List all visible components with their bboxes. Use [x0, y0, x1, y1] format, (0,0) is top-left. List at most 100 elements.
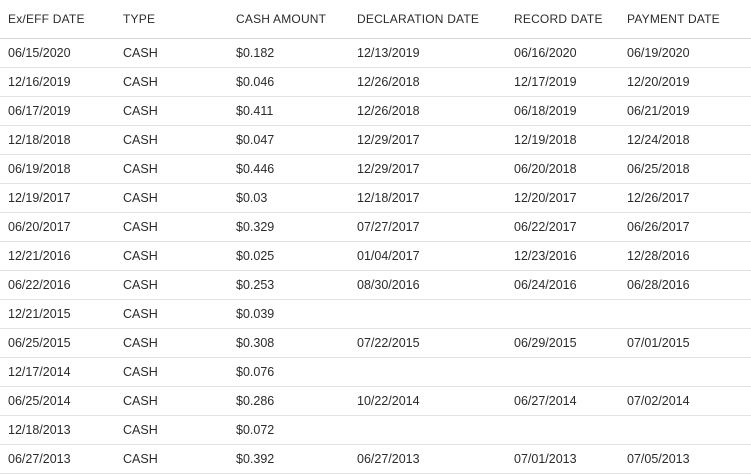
ex-eff-date-cell: 06/27/2013: [0, 444, 115, 474]
declaration-date-cell: 06/27/2013: [349, 444, 506, 474]
declaration-date-cell: 12/29/2017: [349, 125, 506, 155]
record-date-cell: 12/17/2019: [506, 67, 619, 97]
table-row: 06/17/2019 CASH $0.411 12/26/2018 06/18/2019…: [0, 96, 751, 126]
ex-eff-date-cell: 06/25/2015: [0, 328, 115, 358]
record-date-cell: [506, 415, 619, 445]
record-date-cell: 06/24/2016: [506, 270, 619, 300]
ex-eff-date-cell: 06/19/2018: [0, 154, 115, 184]
payment-date-cell: 12/20/2019: [619, 67, 751, 97]
declaration-date-cell: 12/13/2019: [349, 38, 506, 68]
cash-amount-cell: $0.039: [228, 299, 349, 329]
record-date-cell: [506, 299, 619, 329]
type-cell: CASH: [115, 38, 228, 68]
payment-date-cell: 12/24/2018: [619, 125, 751, 155]
ex-eff-date-cell: 12/18/2013: [0, 415, 115, 445]
cash-amount-cell: $0.182: [228, 38, 349, 68]
cash-amount-cell: $0.03: [228, 183, 349, 213]
type-cell: CASH: [115, 154, 228, 184]
payment-date-cell: 12/26/2017: [619, 183, 751, 213]
declaration-date-cell: 12/29/2017: [349, 154, 506, 184]
ex-eff-date-cell: 12/21/2015: [0, 299, 115, 329]
header-record-date[interactable]: RECORD DATE: [506, 0, 619, 39]
type-cell: CASH: [115, 299, 228, 329]
record-date-cell: 12/19/2018: [506, 125, 619, 155]
cash-amount-cell: $0.025: [228, 241, 349, 271]
table-body: 06/15/2020 CASH $0.182 12/13/2019 06/16/2020…: [0, 38, 751, 474]
cash-amount-cell: $0.411: [228, 96, 349, 126]
cash-amount-cell: $0.446: [228, 154, 349, 184]
record-date-cell: 12/20/2017: [506, 183, 619, 213]
payment-date-cell: 06/26/2017: [619, 212, 751, 242]
table-row: 12/18/2013 CASH $0.072: [0, 415, 751, 445]
header-type[interactable]: TYPE: [115, 0, 228, 39]
payment-date-cell: 07/05/2013: [619, 444, 751, 474]
declaration-date-cell: 12/26/2018: [349, 96, 506, 126]
type-cell: CASH: [115, 212, 228, 242]
payment-date-cell: 07/01/2015: [619, 328, 751, 358]
dividend-history-table: Ex/EFF DATE TYPE CASH AMOUNT DECLARATION…: [0, 0, 751, 474]
table-row: 06/22/2016 CASH $0.253 08/30/2016 06/24/2016…: [0, 270, 751, 300]
header-ex-eff-date[interactable]: Ex/EFF DATE: [0, 0, 115, 39]
ex-eff-date-cell: 06/15/2020: [0, 38, 115, 68]
cash-amount-cell: $0.072: [228, 415, 349, 445]
ex-eff-date-cell: 12/21/2016: [0, 241, 115, 271]
header-declaration-date[interactable]: DECLARATION DATE: [349, 0, 506, 39]
type-cell: CASH: [115, 386, 228, 416]
payment-date-cell: 06/21/2019: [619, 96, 751, 126]
ex-eff-date-cell: 06/22/2016: [0, 270, 115, 300]
cash-amount-cell: $0.047: [228, 125, 349, 155]
type-cell: CASH: [115, 96, 228, 126]
payment-date-cell: 07/02/2014: [619, 386, 751, 416]
cash-amount-cell: $0.253: [228, 270, 349, 300]
type-cell: CASH: [115, 444, 228, 474]
header-payment-date[interactable]: PAYMENT DATE: [619, 0, 751, 39]
table-row: 06/25/2015 CASH $0.308 07/22/2015 06/29/2015…: [0, 328, 751, 358]
table-row: 12/19/2017 CASH $0.03 12/18/2017 12/20/2017 1…: [0, 183, 751, 213]
header-cash-amount[interactable]: CASH AMOUNT: [228, 0, 349, 39]
table-row: 06/15/2020 CASH $0.182 12/13/2019 06/16/2020…: [0, 38, 751, 68]
table-row: 12/18/2018 CASH $0.047 12/29/2017 12/19/2018…: [0, 125, 751, 155]
declaration-date-cell: 07/22/2015: [349, 328, 506, 358]
declaration-date-cell: 10/22/2014: [349, 386, 506, 416]
table-row: 06/19/2018 CASH $0.446 12/29/2017 06/20/2018…: [0, 154, 751, 184]
record-date-cell: 06/20/2018: [506, 154, 619, 184]
declaration-date-cell: 12/26/2018: [349, 67, 506, 97]
declaration-date-cell: 12/18/2017: [349, 183, 506, 213]
record-date-cell: 06/18/2019: [506, 96, 619, 126]
table-row: 12/17/2014 CASH $0.076: [0, 357, 751, 387]
table-header: Ex/EFF DATE TYPE CASH AMOUNT DECLARATION…: [0, 0, 751, 39]
record-date-cell: 06/27/2014: [506, 386, 619, 416]
table-row: 06/27/2013 CASH $0.392 06/27/2013 07/01/2013…: [0, 444, 751, 474]
ex-eff-date-cell: 06/20/2017: [0, 212, 115, 242]
record-date-cell: 06/16/2020: [506, 38, 619, 68]
record-date-cell: 07/01/2013: [506, 444, 619, 474]
ex-eff-date-cell: 12/16/2019: [0, 67, 115, 97]
payment-date-cell: [619, 415, 751, 445]
type-cell: CASH: [115, 183, 228, 213]
ex-eff-date-cell: 12/17/2014: [0, 357, 115, 387]
type-cell: CASH: [115, 125, 228, 155]
cash-amount-cell: $0.308: [228, 328, 349, 358]
payment-date-cell: 06/19/2020: [619, 38, 751, 68]
table-row: 12/16/2019 CASH $0.046 12/26/2018 12/17/2019…: [0, 67, 751, 97]
type-cell: CASH: [115, 415, 228, 445]
record-date-cell: 06/29/2015: [506, 328, 619, 358]
payment-date-cell: 06/28/2016: [619, 270, 751, 300]
payment-date-cell: [619, 357, 751, 387]
declaration-date-cell: 01/04/2017: [349, 241, 506, 271]
declaration-date-cell: [349, 415, 506, 445]
header-row: Ex/EFF DATE TYPE CASH AMOUNT DECLARATION…: [0, 0, 751, 39]
ex-eff-date-cell: 06/25/2014: [0, 386, 115, 416]
type-cell: CASH: [115, 67, 228, 97]
declaration-date-cell: [349, 357, 506, 387]
cash-amount-cell: $0.329: [228, 212, 349, 242]
ex-eff-date-cell: 06/17/2019: [0, 96, 115, 126]
declaration-date-cell: 08/30/2016: [349, 270, 506, 300]
type-cell: CASH: [115, 357, 228, 387]
cash-amount-cell: $0.286: [228, 386, 349, 416]
record-date-cell: [506, 357, 619, 387]
cash-amount-cell: $0.392: [228, 444, 349, 474]
ex-eff-date-cell: 12/18/2018: [0, 125, 115, 155]
record-date-cell: 12/23/2016: [506, 241, 619, 271]
ex-eff-date-cell: 12/19/2017: [0, 183, 115, 213]
